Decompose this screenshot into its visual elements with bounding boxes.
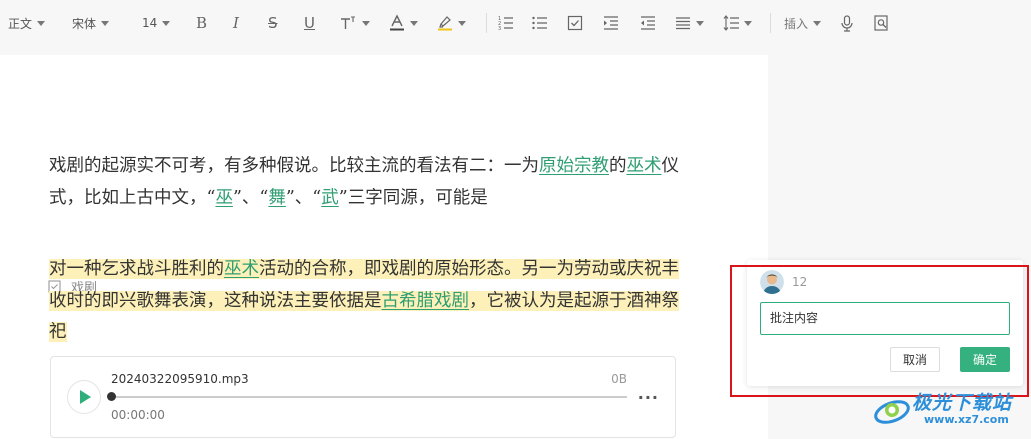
- ordered-list-button[interactable]: 123: [498, 14, 514, 32]
- indent-icon: [604, 16, 618, 30]
- chevron-down-icon: [813, 20, 822, 26]
- font-size-label: 14: [142, 16, 158, 30]
- chevron-down-icon: [37, 20, 46, 26]
- link-wu-shaman[interactable]: 巫: [215, 188, 233, 208]
- audio-progress-track[interactable]: [111, 396, 627, 398]
- italic-icon: I: [233, 14, 239, 32]
- underline-button[interactable]: U: [304, 14, 315, 32]
- audio-player: 20240322095910.mp3 0B 00:00:00 ···: [50, 356, 676, 438]
- find-button[interactable]: [874, 14, 889, 32]
- watermark-logo-icon: [874, 400, 910, 424]
- chevron-down-icon: [744, 20, 752, 26]
- checkbox-icon: [567, 15, 583, 31]
- voice-input-button[interactable]: [840, 14, 854, 32]
- style-select[interactable]: 正文: [8, 14, 46, 32]
- link-witchcraft[interactable]: 巫术: [627, 156, 662, 176]
- bold-icon: B: [196, 14, 208, 32]
- svg-text:3: 3: [498, 26, 501, 31]
- text-run: 戏剧的起源实不可考，有多种假说。比较主流的看法有二：一为: [49, 156, 539, 176]
- indent-button[interactable]: [603, 14, 619, 32]
- editor-toolbar: 正文 宋体 14 B I S U 123 插入: [0, 0, 1031, 46]
- watermark-title: 极光下载站: [912, 392, 1013, 414]
- more-options-icon[interactable]: ···: [638, 388, 659, 407]
- highlighter-icon: [438, 16, 452, 31]
- play-button[interactable]: [67, 380, 101, 414]
- paragraph-2-highlighted[interactable]: 对一种乞求战斗胜利的巫术活动的合称，即戏剧的原始形态。另一为劳动或庆祝丰收时的即…: [49, 254, 689, 349]
- align-button[interactable]: [675, 14, 704, 32]
- audio-progress-handle[interactable]: [107, 392, 116, 401]
- chevron-down-icon: [696, 20, 704, 26]
- font-color-button[interactable]: [389, 14, 418, 32]
- link-wu-martial[interactable]: 武: [321, 188, 339, 208]
- toolbar-divider: [770, 13, 771, 33]
- chevron-down-icon: [101, 20, 110, 26]
- superscript-icon: [341, 16, 355, 29]
- text-run: 的: [609, 156, 627, 176]
- audio-time: 00:00:00: [111, 408, 165, 422]
- font-family-select[interactable]: 宋体: [72, 14, 110, 32]
- checklist-button[interactable]: [567, 14, 583, 32]
- insert-label: 插入: [784, 16, 809, 31]
- outdent-button[interactable]: [640, 14, 656, 32]
- annotation-highlight-box: [730, 265, 1029, 397]
- link-wu-dance[interactable]: 舞: [268, 188, 286, 208]
- chevron-down-icon: [362, 20, 370, 26]
- font-color-icon: [390, 14, 404, 31]
- style-select-label: 正文: [8, 16, 33, 31]
- ordered-list-icon: 123: [498, 16, 513, 31]
- link-greek-drama[interactable]: 古希腊戏剧: [382, 291, 470, 311]
- toolbar-divider: [486, 13, 487, 33]
- text-format-button[interactable]: [339, 14, 370, 32]
- chevron-down-icon: [410, 20, 418, 26]
- bullet-list-icon: [532, 16, 547, 30]
- font-size-select[interactable]: 14: [142, 14, 171, 32]
- audio-filename: 20240322095910.mp3: [111, 372, 249, 386]
- insert-menu-button[interactable]: 插入: [784, 14, 822, 32]
- text-run: ”、“: [232, 187, 269, 208]
- watermark-url: www.xz7.com: [924, 413, 1009, 426]
- strikethrough-icon: S: [268, 14, 278, 32]
- line-height-icon: [723, 15, 739, 31]
- audio-filesize: 0B: [611, 372, 627, 386]
- link-primitive-religion[interactable]: 原始宗教: [539, 156, 609, 176]
- paragraph-1[interactable]: 戏剧的起源实不可考，有多种假说。比较主流的看法有二：一为原始宗教的巫术仪式，比如…: [49, 151, 689, 214]
- bold-button[interactable]: B: [196, 14, 207, 32]
- align-justify-icon: [676, 17, 690, 30]
- highlight-color-button[interactable]: [437, 14, 466, 32]
- search-document-icon: [874, 15, 888, 31]
- bullet-list-button[interactable]: [532, 14, 548, 32]
- microphone-icon: [841, 14, 853, 32]
- underline-icon: U: [304, 14, 315, 32]
- watermark: 极光下载站 www.xz7.com: [872, 386, 1028, 436]
- outdent-icon: [641, 16, 655, 30]
- italic-button[interactable]: I: [233, 14, 239, 32]
- link-witchcraft[interactable]: 巫术: [224, 259, 259, 279]
- text-run: ”三字同源，可能是: [338, 187, 488, 208]
- font-family-label: 宋体: [72, 16, 97, 31]
- line-height-button[interactable]: [723, 14, 752, 32]
- text-run: 对一种乞求战斗胜利的: [49, 259, 224, 279]
- text-run: ”、“: [285, 187, 322, 208]
- strikethrough-button[interactable]: S: [268, 14, 278, 32]
- chevron-down-icon: [458, 20, 466, 26]
- chevron-down-icon: [162, 20, 171, 26]
